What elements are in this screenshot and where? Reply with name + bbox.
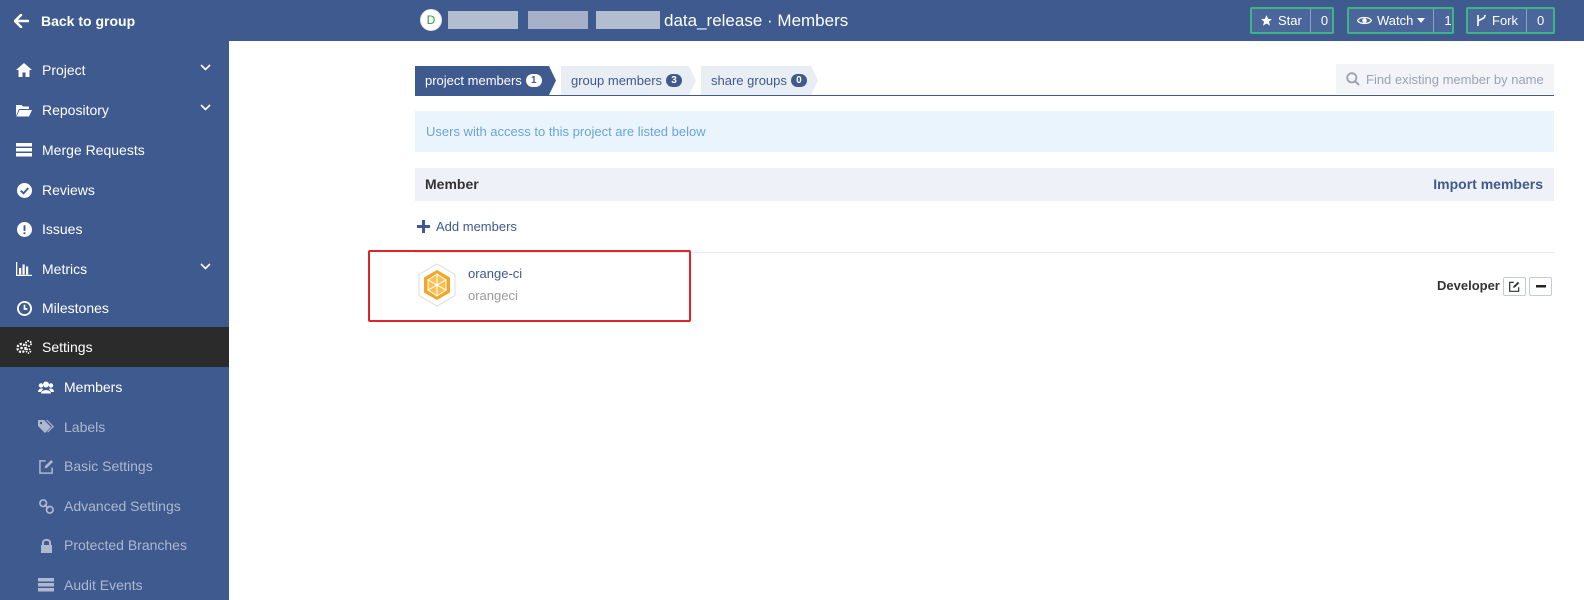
sidebar-item-label: Labels — [64, 419, 106, 435]
search-placeholder: Find existing member by name — [1366, 71, 1544, 87]
chevron-down-icon — [200, 263, 211, 270]
highlight-box — [368, 250, 691, 322]
edit-member-button[interactable] — [1503, 277, 1526, 296]
watch-label: Watch — [1377, 13, 1414, 28]
tab-label: group members — [571, 73, 663, 88]
fork-count: 0 — [1537, 13, 1545, 28]
search-icon — [1346, 72, 1360, 86]
tab-count-badge: 3 — [666, 74, 683, 87]
sidebar-item-label: Metrics — [42, 261, 88, 277]
sidebar-item-label: Repository — [42, 102, 109, 118]
folder-open-icon — [16, 102, 32, 118]
sidebar-item-label: Advanced Settings — [64, 498, 181, 514]
project-avatar[interactable]: D — [420, 9, 442, 31]
sidebar-subitem-labels[interactable]: Labels — [0, 407, 229, 447]
add-members-label: Add members — [436, 218, 517, 234]
sidebar-item-label: Issues — [42, 221, 83, 237]
redacted-group-name — [528, 11, 588, 29]
sidebar-item-label: Reviews — [42, 182, 95, 198]
clock-icon — [16, 300, 32, 316]
sidebar-item-label: Audit Events — [64, 577, 143, 593]
sidebar-item-merge-requests[interactable]: Merge Requests — [0, 130, 229, 170]
sidebar-item-milestones[interactable]: Milestones — [0, 288, 229, 328]
add-members-button[interactable]: Add members — [417, 214, 517, 238]
arrow-left-icon — [14, 13, 30, 28]
sidebar-item-label: Settings — [42, 339, 93, 355]
eye-icon — [1357, 16, 1372, 25]
sidebar-subitem-basic-settings[interactable]: Basic Settings — [0, 446, 229, 486]
caret-down-icon — [1417, 18, 1426, 23]
info-banner: Users with access to this project are li… — [415, 111, 1554, 152]
edit-icon — [38, 458, 54, 474]
star-button[interactable]: Star 0 — [1250, 7, 1334, 34]
tab-project-members[interactable]: project members 1 — [415, 66, 559, 95]
top-bar: Back to group D data_release · Members S… — [0, 0, 1584, 41]
sidebar-item-project[interactable]: Project — [0, 50, 229, 90]
server-icon — [38, 577, 54, 593]
fork-label: Fork — [1492, 13, 1518, 28]
edit-icon — [1509, 281, 1520, 292]
sidebar-item-label: Members — [64, 379, 123, 395]
fork-button[interactable]: Fork 0 — [1466, 7, 1555, 34]
sidebar-item-label: Basic Settings — [64, 458, 153, 474]
sidebar-item-label: Milestones — [42, 300, 109, 316]
sidebar-subitem-audit-events[interactable]: Audit Events — [0, 565, 229, 600]
page-title: data_release · Members — [664, 11, 849, 30]
sidebar-subitem-protected-branches[interactable]: Protected Branches — [0, 525, 229, 565]
check-circle-icon — [16, 182, 32, 198]
member-header-title: Member — [425, 176, 479, 192]
watch-button[interactable]: Watch 1 — [1347, 7, 1454, 34]
redacted-group-name — [448, 11, 518, 29]
star-count: 0 — [1320, 13, 1329, 28]
sidebar-item-issues[interactable]: Issues — [0, 209, 229, 249]
redacted-group-name — [596, 11, 660, 29]
tab-group-members[interactable]: group members 3 — [561, 66, 701, 95]
chevron-down-icon — [200, 104, 211, 111]
home-icon — [16, 62, 32, 78]
remove-member-button[interactable] — [1529, 277, 1552, 296]
tab-label: project members — [425, 73, 522, 88]
sidebar-item-reviews[interactable]: Reviews — [0, 170, 229, 210]
sidebar-subitem-advanced-settings[interactable]: Advanced Settings — [0, 486, 229, 526]
server-icon — [16, 142, 32, 158]
cogs-icon — [16, 339, 32, 355]
tab-count-badge: 0 — [790, 74, 807, 87]
tags-icon — [38, 419, 54, 435]
import-members-link[interactable]: Import members — [1433, 168, 1543, 201]
member-list-header: Member Import members — [415, 168, 1554, 201]
sidebar-item-label: Protected Branches — [64, 537, 187, 553]
link-icon — [38, 498, 54, 514]
member-role: Developer — [1437, 278, 1500, 293]
back-to-group-link[interactable]: Back to group — [14, 0, 135, 41]
back-to-group-label: Back to group — [41, 12, 136, 29]
tab-label: share groups — [711, 73, 787, 88]
sidebar: Project Repository Merge Requests Review… — [0, 41, 229, 600]
plus-icon — [417, 219, 430, 233]
star-label: Star — [1278, 13, 1302, 28]
exclamation-circle-icon — [16, 221, 32, 237]
sidebar-item-settings[interactable]: Settings — [0, 327, 229, 367]
sidebar-item-label: Project — [42, 62, 86, 78]
sidebar-item-label: Merge Requests — [42, 142, 145, 158]
chevron-down-icon — [200, 64, 211, 71]
bar-chart-icon — [16, 261, 32, 277]
sidebar-item-metrics[interactable]: Metrics — [0, 249, 229, 289]
minus-icon — [1535, 285, 1546, 288]
star-icon — [1261, 15, 1272, 26]
fork-icon — [1477, 14, 1486, 26]
member-search-input[interactable]: Find existing member by name — [1336, 64, 1554, 94]
tab-count-badge: 1 — [525, 74, 542, 87]
watch-count: 1 — [1444, 13, 1452, 28]
sidebar-item-repository[interactable]: Repository — [0, 90, 229, 130]
tab-share-groups[interactable]: share groups 0 — [701, 66, 823, 95]
lock-icon — [38, 537, 54, 553]
users-icon — [38, 379, 54, 395]
sidebar-subitem-members[interactable]: Members — [0, 367, 229, 407]
